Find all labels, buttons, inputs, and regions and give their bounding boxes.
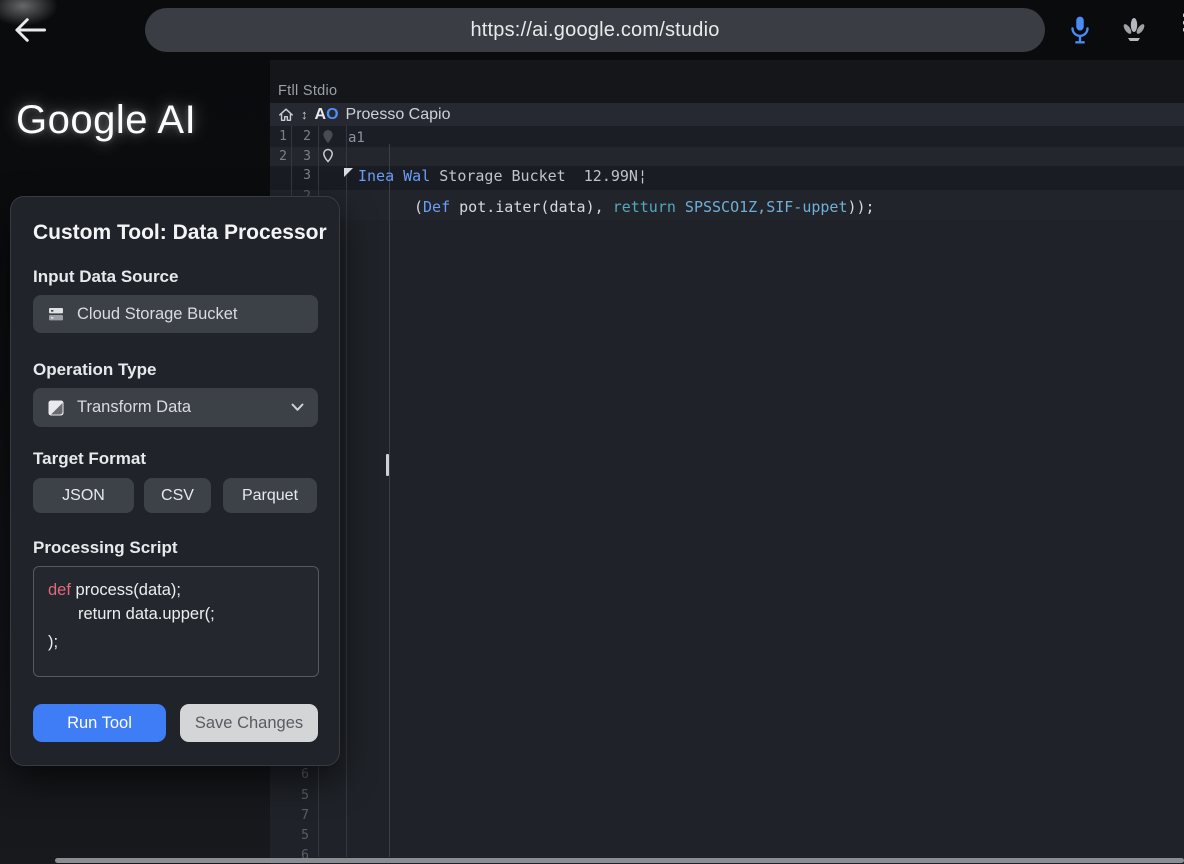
google-ai-logo: Google AI xyxy=(16,98,196,143)
gutter-line-number: 3 xyxy=(300,168,314,183)
gutter-line-number: 5 xyxy=(298,828,312,843)
operation-type-label: Operation Type xyxy=(33,360,156,380)
badge-letter-o: O xyxy=(326,106,338,123)
mic-button[interactable] xyxy=(1062,13,1098,47)
screen: https://ai.google.com/studio ⋮ Google AI xyxy=(0,0,1184,864)
code-token: SPSSCO1Z,SIF-uppet xyxy=(676,198,848,216)
code-token: ( xyxy=(414,198,423,216)
code-token: Storage Bucket xyxy=(439,167,574,185)
badge-letter-a: A xyxy=(315,106,327,123)
format-button-json[interactable]: JSON xyxy=(33,478,134,513)
text-cursor xyxy=(386,454,389,476)
back-button[interactable] xyxy=(8,10,50,50)
breadcrumb-title: Proesso Capio xyxy=(346,106,451,124)
code-line: a1 xyxy=(348,130,365,146)
browser-bar: https://ai.google.com/studio ⋮ xyxy=(0,0,1184,60)
code-line: (Def pot.iater(data), retturn SPSSCO1Z,S… xyxy=(414,198,875,216)
format-button-parquet[interactable]: Parquet xyxy=(223,478,317,513)
overflow-menu-icon[interactable]: ⋮ xyxy=(1174,16,1184,46)
editor-row-stripe xyxy=(270,126,1184,147)
script-line: def process(data); xyxy=(48,578,304,602)
script-line: return data.upper(; xyxy=(78,602,304,626)
editor-tab-strip xyxy=(270,60,1184,103)
gutter-line-number: 6 xyxy=(298,767,312,782)
gutter-line-number: 3 xyxy=(300,149,314,164)
gutter-line-number: 2 xyxy=(300,129,314,144)
script-token: process(data); xyxy=(71,581,181,599)
code-token: Def xyxy=(423,198,450,216)
editor-tab[interactable]: Ftll Stdio xyxy=(278,83,337,99)
editor-row-stripe xyxy=(270,147,1184,166)
microphone-icon xyxy=(1067,15,1093,45)
pin-filled-icon[interactable] xyxy=(322,129,334,144)
code-token: 12.99N¦ xyxy=(575,167,647,185)
breadcrumb: ↕ AO Proesso Capio xyxy=(278,103,450,126)
voice-search-icon xyxy=(1120,15,1148,45)
target-format-label: Target Format xyxy=(33,449,146,469)
back-arrow-icon xyxy=(10,14,48,46)
indent-guide xyxy=(389,144,390,857)
gutter-divider xyxy=(346,126,347,857)
input-data-source-label: Input Data Source xyxy=(33,267,178,287)
gutter-line-number: 2 xyxy=(276,149,290,164)
horizontal-scrollbar[interactable] xyxy=(55,858,1184,863)
url-text: https://ai.google.com/studio xyxy=(470,19,719,42)
gutter-line-number: 7 xyxy=(298,808,312,823)
fold-marker-icon[interactable] xyxy=(344,168,353,177)
home-icon[interactable] xyxy=(278,107,294,122)
url-bar[interactable]: https://ai.google.com/studio xyxy=(145,8,1045,52)
panel-title: Custom Tool: Data Processor xyxy=(33,221,327,245)
code-token: )); xyxy=(848,198,875,216)
updown-arrow-icon: ↕ xyxy=(301,107,308,122)
code-token: pot.iater(data), xyxy=(450,198,613,216)
custom-tool-panel: Custom Tool: Data Processor Input Data S… xyxy=(10,196,340,766)
script-line: ); xyxy=(48,630,304,654)
input-data-source-field[interactable]: Cloud Storage Bucket xyxy=(33,295,318,333)
format-button-csv[interactable]: CSV xyxy=(144,478,211,513)
code-token: Wal xyxy=(403,167,439,185)
code-suggestion-line: Inea Wal Storage Bucket 12.99N¦ xyxy=(358,167,647,185)
transform-icon xyxy=(47,399,65,417)
operation-type-value: Transform Data xyxy=(77,398,191,417)
run-tool-button[interactable]: Run Tool xyxy=(33,704,166,742)
gutter-line-number: 1 xyxy=(276,129,290,144)
code-token: Inea xyxy=(358,167,403,185)
gutter-line-number: 5 xyxy=(298,788,312,803)
cloud-storage-icon xyxy=(47,305,65,323)
save-changes-button[interactable]: Save Changes xyxy=(180,704,318,742)
pin-outline-icon[interactable] xyxy=(322,148,334,163)
processing-script-label: Processing Script xyxy=(33,538,178,558)
chevron-down-icon xyxy=(291,403,304,412)
script-keyword: def xyxy=(48,581,71,599)
input-data-source-value: Cloud Storage Bucket xyxy=(77,305,238,324)
voice-search-button[interactable] xyxy=(1116,13,1152,47)
operation-type-dropdown[interactable]: Transform Data xyxy=(33,388,318,427)
project-badge: AO xyxy=(315,106,339,124)
processing-script-editor[interactable]: def process(data);return data.upper(;); xyxy=(33,566,319,677)
code-token: retturn xyxy=(613,198,676,216)
